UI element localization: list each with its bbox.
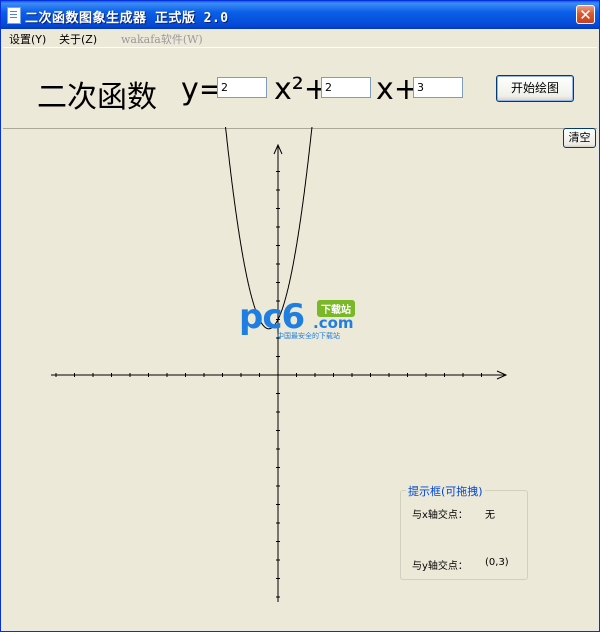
- menu-wakafa-disabled: wakafa软件(W): [121, 33, 203, 46]
- title-bar[interactable]: 二次函数图象生成器 正式版 2.0 ✕: [1, 1, 599, 29]
- start-draw-button[interactable]: 开始绘图: [496, 75, 574, 102]
- document-icon: [7, 7, 21, 24]
- pc6-watermark: pc6 下载站 .com 中国最安全的下载站: [239, 297, 363, 343]
- equation-prefix: 二次函数: [37, 80, 157, 115]
- watermark-domain: .com: [313, 314, 354, 332]
- watermark-tagline: 中国最安全的下载站: [277, 332, 340, 340]
- y-intersect-label: 与y轴交点：: [412, 561, 468, 572]
- coefficient-c-input[interactable]: [413, 77, 463, 98]
- menu-settings[interactable]: 设置(Y): [9, 31, 46, 47]
- hint-panel-title: 提示框(可拖拽): [406, 483, 485, 499]
- menu-about[interactable]: 关于(Z): [59, 31, 97, 47]
- menu-bar: 设置(Y) 关于(Z) wakafa软件(W): [1, 29, 599, 47]
- coefficient-b-input[interactable]: [321, 77, 371, 98]
- window-title: 二次函数图象生成器 正式版 2.0: [25, 11, 229, 26]
- coefficient-a-input[interactable]: [217, 77, 267, 98]
- app-window: 二次函数图象生成器 正式版 2.0 ✕ 设置(Y) 关于(Z) wakafa软件…: [0, 0, 600, 632]
- x-intersect-label: 与x轴交点：: [412, 510, 468, 521]
- x-intersect-value: 无: [485, 510, 495, 521]
- equation-panel: 二次函数 y= x²+ x+ 开始绘图: [3, 47, 597, 129]
- y-intersect-value: (0,3): [485, 557, 509, 568]
- close-button[interactable]: ✕: [576, 5, 595, 24]
